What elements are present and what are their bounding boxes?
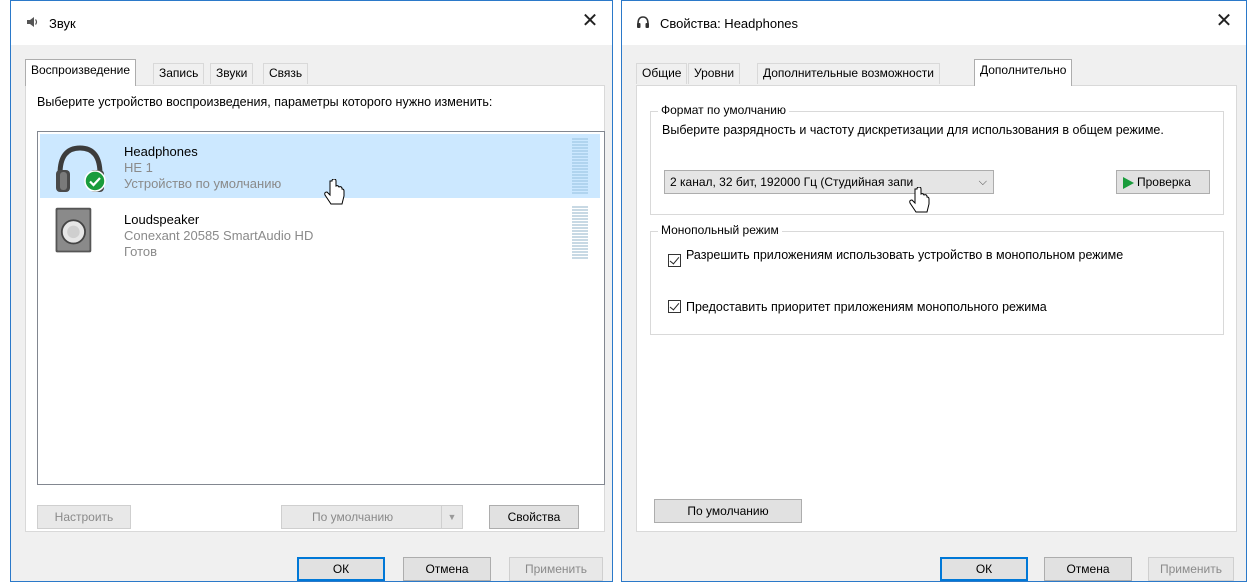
configure-button[interactable]: Настроить (37, 505, 131, 529)
sample-format-value: 2 канал, 32 бит, 192000 Гц (Студийная за… (670, 175, 914, 189)
speaker-icon (27, 17, 38, 27)
default-format-description: Выберите разрядность и частоту дискретиз… (662, 123, 1164, 137)
device-name: Loudspeaker (124, 212, 200, 227)
exclusive-priority-label[interactable]: Предоставить приоритет приложениям моноп… (686, 300, 1206, 314)
play-icon (1123, 176, 1134, 189)
cancel-button[interactable]: Отмена (1044, 557, 1132, 581)
set-default-button[interactable]: По умолчанию ▼ (281, 505, 463, 529)
sound-dialog: Звук ✕ Воспроизведение Запись Звуки Связ… (10, 0, 613, 582)
ok-button[interactable]: ОК (297, 557, 385, 581)
device-model: Conexant 20585 SmartAudio HD (124, 228, 314, 243)
instruction-text: Выберите устройство воспроизведения, пар… (37, 95, 493, 109)
properties-button[interactable]: Свойства (489, 505, 579, 529)
allow-exclusive-checkbox[interactable] (668, 254, 681, 267)
tab-recording[interactable]: Запись (153, 63, 205, 84)
checkmark-icon (84, 170, 106, 192)
apply-button[interactable]: Применить (509, 557, 603, 581)
ok-button[interactable]: ОК (940, 557, 1028, 581)
device-list[interactable]: Headphones HE 1 Устройство по умолчанию … (37, 131, 605, 485)
window-title: Звук (49, 16, 76, 31)
tab-sounds[interactable]: Звуки (210, 63, 254, 84)
close-icon[interactable]: ✕ (578, 9, 602, 33)
tab-communications[interactable]: Связь (263, 63, 309, 84)
device-status: Готов (124, 244, 158, 259)
title-bar[interactable]: Свойства: Headphones ✕ (622, 1, 1246, 45)
sample-format-select[interactable]: 2 канал, 32 бит, 192000 Гц (Студийная за… (664, 170, 994, 194)
list-item-loudspeaker[interactable]: Loudspeaker Conexant 20585 SmartAudio HD… (40, 202, 600, 266)
volume-level-meter (572, 138, 588, 195)
title-bar[interactable]: Звук ✕ (11, 1, 612, 45)
test-button-label: Проверка (1137, 175, 1191, 189)
device-status: Устройство по умолчанию (124, 176, 282, 191)
tab-enhancements[interactable]: Дополнительные возможности (757, 63, 940, 84)
exclusive-priority-checkbox[interactable] (668, 300, 681, 313)
test-button[interactable]: Проверка (1116, 170, 1210, 194)
exclusive-mode-legend: Монопольный режим (658, 223, 782, 237)
headphones-properties-dialog: Свойства: Headphones ✕ Общие Уровни Допо… (621, 0, 1247, 582)
apply-button[interactable]: Применить (1148, 557, 1234, 581)
volume-level-meter (572, 206, 588, 260)
close-icon[interactable]: ✕ (1212, 9, 1236, 33)
exclusive-mode-group (650, 231, 1224, 335)
device-name: Headphones (124, 144, 198, 159)
set-default-label: По умолчанию (312, 510, 394, 524)
tab-levels[interactable]: Уровни (688, 63, 741, 84)
chevron-down-icon: ⌵ (978, 176, 987, 188)
tab-playback[interactable]: Воспроизведение (25, 59, 137, 86)
headphones-icon (637, 16, 649, 28)
cancel-button[interactable]: Отмена (403, 557, 491, 581)
tab-general[interactable]: Общие (636, 63, 688, 84)
hand-cursor-icon (324, 179, 345, 205)
allow-exclusive-label[interactable]: Разрешить приложениям использовать устро… (686, 248, 1176, 262)
speaker-icon (55, 207, 92, 253)
chevron-down-icon[interactable]: ▼ (441, 506, 462, 528)
window-title: Свойства: Headphones (660, 16, 799, 31)
list-item-headphones[interactable]: Headphones HE 1 Устройство по умолчанию (40, 134, 600, 198)
restore-defaults-button[interactable]: По умолчанию (654, 499, 802, 523)
default-format-legend: Формат по умолчанию (658, 103, 789, 117)
hand-cursor-icon (909, 187, 930, 213)
tab-advanced[interactable]: Дополнительно (974, 59, 1073, 86)
device-model: HE 1 (124, 160, 153, 175)
